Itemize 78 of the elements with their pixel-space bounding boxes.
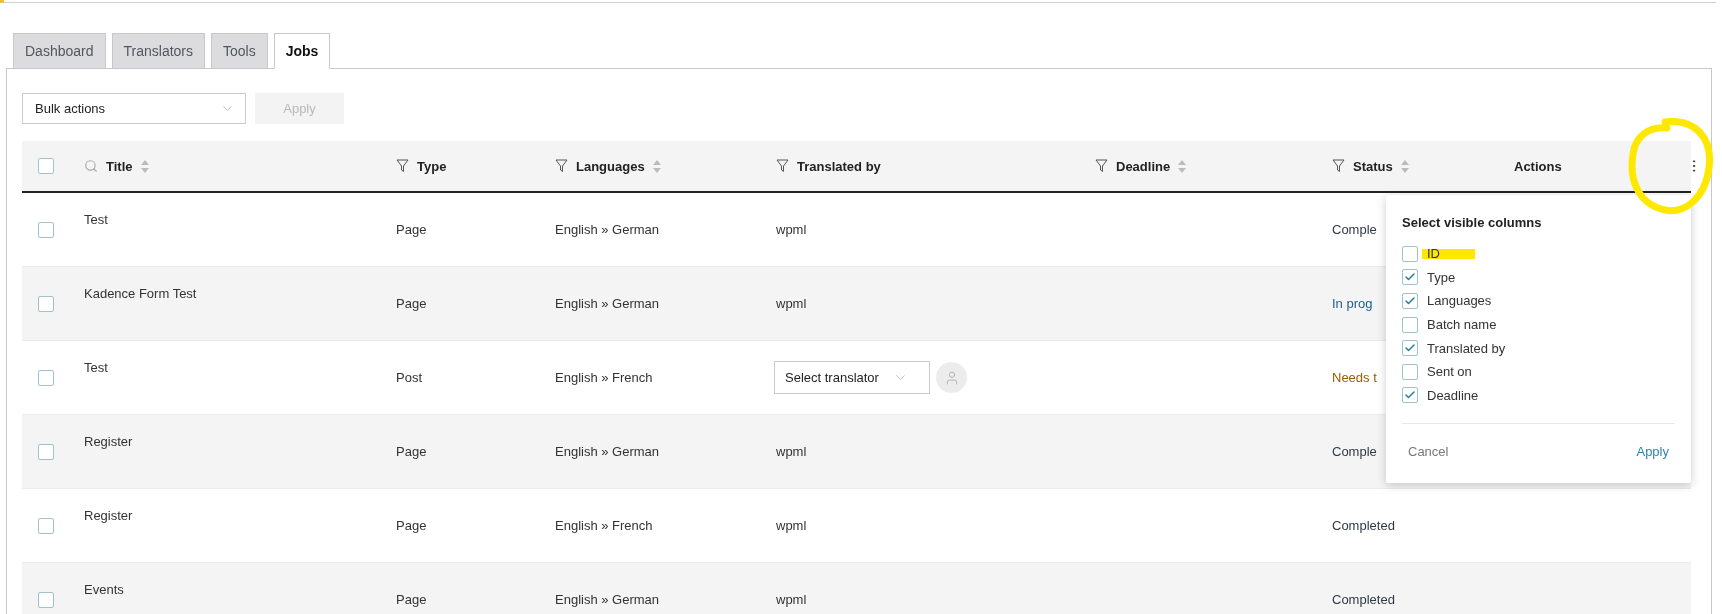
title-cell-text: Kadence Form Test <box>84 286 198 301</box>
cancel-link[interactable]: Cancel <box>1408 444 1449 460</box>
tab[interactable]: Dashboard <box>13 33 106 69</box>
translator-cell-text: wpml <box>775 518 808 533</box>
title-cell-text: Register <box>84 508 134 523</box>
status-text: In prog <box>1331 296 1373 311</box>
type-cell-text: Page <box>395 222 428 237</box>
filter-icon[interactable] <box>555 159 568 173</box>
column-option-label[interactable]: Type <box>1427 269 1456 285</box>
languages-cell-text: English » German <box>554 444 661 459</box>
status-text: Needs t <box>1331 370 1377 385</box>
languages-cell-text: English » German <box>554 296 661 311</box>
column-option-label[interactable]: Deadline <box>1427 387 1479 403</box>
user-avatar-icon <box>936 362 967 393</box>
bulk-actions-select[interactable]: Bulk actions <box>22 93 246 124</box>
status-text: Comple <box>1331 222 1377 237</box>
status-text: Completed <box>1331 518 1395 533</box>
translator-cell-text: wpml <box>775 444 808 459</box>
languages-cell-text: English » French <box>554 370 654 385</box>
check-icon <box>1404 295 1416 307</box>
filter-icon[interactable] <box>1095 159 1108 173</box>
translator-cell-text: wpml <box>775 222 808 237</box>
apply-link[interactable]: Apply <box>1636 444 1669 460</box>
column-checkbox[interactable] <box>1402 269 1418 286</box>
select-all-checkbox[interactable] <box>38 158 54 174</box>
status-text: Completed <box>1331 592 1395 607</box>
tab[interactable]: Tools <box>211 33 268 69</box>
column-header: Type <box>417 158 447 174</box>
filter-icon[interactable] <box>1332 159 1345 173</box>
column-header: Translated by <box>797 158 881 174</box>
popup-title: Select visible columns <box>1402 215 1543 230</box>
row-checkbox[interactable] <box>38 591 54 608</box>
row-checkbox[interactable] <box>38 443 54 460</box>
search-icon[interactable] <box>84 159 98 173</box>
column-header[interactable]: Title <box>106 158 133 174</box>
column-checkbox[interactable] <box>1402 340 1418 357</box>
row-checkbox[interactable] <box>38 517 54 534</box>
column-option-label[interactable]: Translated by <box>1427 340 1506 356</box>
filter-icon[interactable] <box>396 159 409 173</box>
column-header[interactable]: Languages <box>576 158 645 174</box>
title-cell-text: Test <box>84 212 109 227</box>
column-checkbox[interactable] <box>1402 293 1418 309</box>
languages-cell-text: English » German <box>554 222 661 237</box>
type-cell-text: Page <box>395 296 428 311</box>
row-checkbox[interactable] <box>38 369 54 386</box>
tab[interactable]: Jobs <box>273 33 331 69</box>
column-option-label[interactable]: Languages <box>1427 293 1492 309</box>
column-checkbox[interactable] <box>1402 316 1418 333</box>
row-checkbox[interactable] <box>38 221 54 238</box>
column-option-label[interactable]: Sent on <box>1427 364 1472 380</box>
column-option-label[interactable]: ID <box>1427 246 1440 262</box>
column-header[interactable]: Deadline <box>1116 158 1171 174</box>
column-checkbox[interactable] <box>1402 363 1418 380</box>
translator-cell-text: wpml <box>775 296 808 311</box>
title-cell-text: Events <box>84 582 125 597</box>
filter-icon[interactable] <box>776 159 789 173</box>
languages-cell-text: English » German <box>554 592 661 607</box>
type-cell-text: Post <box>395 370 423 385</box>
translator-select[interactable]: Select translator <box>774 361 930 394</box>
column-checkbox[interactable] <box>1402 245 1418 262</box>
status-text: Comple <box>1331 444 1377 459</box>
sort-icon[interactable] <box>652 159 661 173</box>
translator-cell-text: wpml <box>775 592 808 607</box>
column-header: Actions <box>1514 158 1562 174</box>
sort-icon[interactable] <box>1400 159 1409 173</box>
type-cell-text: Page <box>395 592 428 607</box>
type-cell-text: Page <box>395 444 428 459</box>
column-header[interactable]: Status <box>1353 158 1393 174</box>
column-checkbox[interactable] <box>1402 387 1418 404</box>
row-checkbox[interactable] <box>38 295 54 312</box>
column-option-label[interactable]: Batch name <box>1427 317 1497 333</box>
sort-icon[interactable] <box>1178 159 1187 173</box>
type-cell-text: Page <box>395 518 428 533</box>
languages-cell-text: English » French <box>554 518 654 533</box>
title-cell-text: Register <box>84 434 134 449</box>
tab[interactable]: Translators <box>111 33 205 69</box>
sort-icon[interactable] <box>140 159 149 173</box>
title-cell-text: Test <box>84 360 109 375</box>
